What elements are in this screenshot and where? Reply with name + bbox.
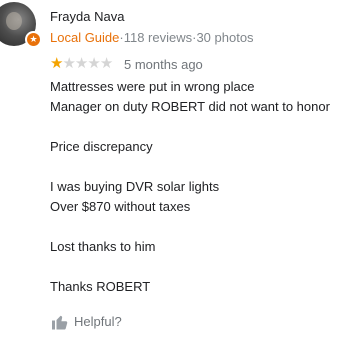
- local-guide-label[interactable]: Local Guide: [50, 30, 119, 45]
- star-empty-icon: ★: [62, 55, 75, 72]
- reviewer-stats: ·118 reviews·30 photos: [119, 30, 254, 45]
- review-paragraph-gap: [50, 157, 345, 177]
- star-empty-icon: ★: [99, 55, 113, 72]
- review-paragraph-gap: [50, 257, 345, 277]
- thumbs-up-icon: [52, 315, 68, 330]
- star-rating: ★★★★★: [50, 55, 113, 73]
- review-paragraph-gap: [50, 117, 345, 137]
- reviewer-meta: Local Guide·118 reviews·30 photos: [50, 30, 254, 45]
- review-line: Mattresses were put in wrong place: [50, 79, 255, 94]
- review-line: Manager on duty ROBERT did not want to h…: [50, 99, 330, 114]
- review-card: ★ Frayda Nava Local Guide·118 reviews·30…: [0, 0, 348, 348]
- reviewer-name[interactable]: Frayda Nava: [50, 9, 124, 24]
- helpful-label: Helpful?: [74, 314, 122, 329]
- review-line: Lost thanks to him: [50, 239, 156, 254]
- review-line: Over $870 without taxes: [50, 199, 191, 214]
- review-text: Mattresses were put in wrong place Manage…: [50, 77, 345, 297]
- review-line: I was buying DVR solar lights: [50, 179, 220, 194]
- star-empty-icon: ★: [87, 55, 100, 72]
- star-filled-icon: ★: [50, 55, 63, 72]
- local-guide-badge-icon: ★: [25, 31, 42, 48]
- review-line: Thanks ROBERT: [50, 279, 151, 294]
- review-time: 5 months ago: [124, 57, 203, 72]
- star-empty-icon: ★: [74, 55, 88, 72]
- review-line: Price discrepancy: [50, 139, 153, 154]
- avatar-face: [6, 12, 22, 30]
- review-paragraph-gap: [50, 217, 345, 237]
